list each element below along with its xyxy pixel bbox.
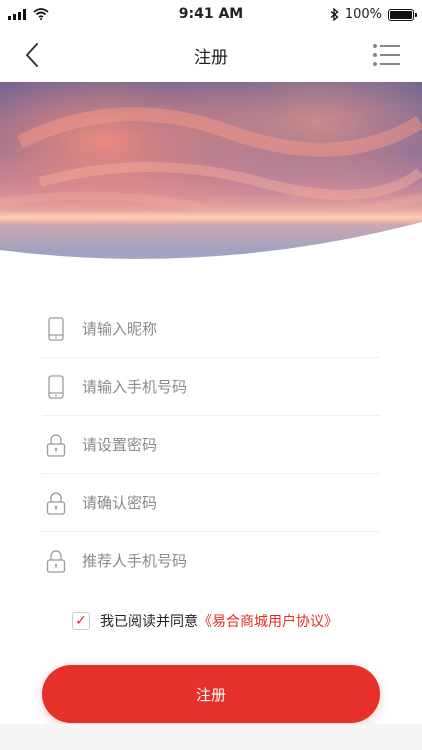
menu-button[interactable] (372, 42, 402, 68)
page-title: 注册 (194, 48, 228, 68)
agreement-row: ✓ 我已阅读并同意 《易合商城用户协议》 (72, 611, 338, 631)
phone-input[interactable] (82, 366, 380, 407)
register-form (42, 300, 380, 590)
sunset-image (0, 82, 422, 282)
register-button[interactable]: 注册 (42, 665, 380, 723)
bottom-strip (0, 724, 422, 750)
agreement-checkbox[interactable]: ✓ (72, 612, 90, 630)
referrer-phone-input[interactable] (82, 541, 380, 581)
password-field-row (42, 416, 380, 474)
lock-icon (44, 489, 68, 517)
confirm-password-input[interactable] (82, 482, 380, 523)
phone-field-row (42, 358, 380, 416)
confirm-password-field-row (42, 474, 380, 532)
bluetooth-icon (330, 8, 339, 21)
lock-icon (44, 431, 68, 459)
lock-icon (44, 547, 68, 575)
status-bar: 9:41 AM 100% (0, 0, 422, 30)
agreement-text: 我已阅读并同意 (100, 614, 198, 630)
status-right: 100% (330, 7, 417, 22)
agreement-link[interactable]: 《易合商城用户协议》 (198, 611, 338, 631)
nickname-field-row (42, 300, 380, 358)
phone-icon (44, 315, 68, 343)
referrer-field-row (42, 532, 380, 590)
password-input[interactable] (82, 424, 380, 465)
hero-image (0, 82, 422, 282)
battery-icon (388, 8, 417, 21)
nav-bar: 注册 (0, 30, 422, 80)
phone-icon (44, 373, 68, 401)
list-menu-icon (373, 44, 400, 66)
nickname-input[interactable] (82, 308, 380, 349)
battery-percent: 100% (344, 7, 382, 22)
